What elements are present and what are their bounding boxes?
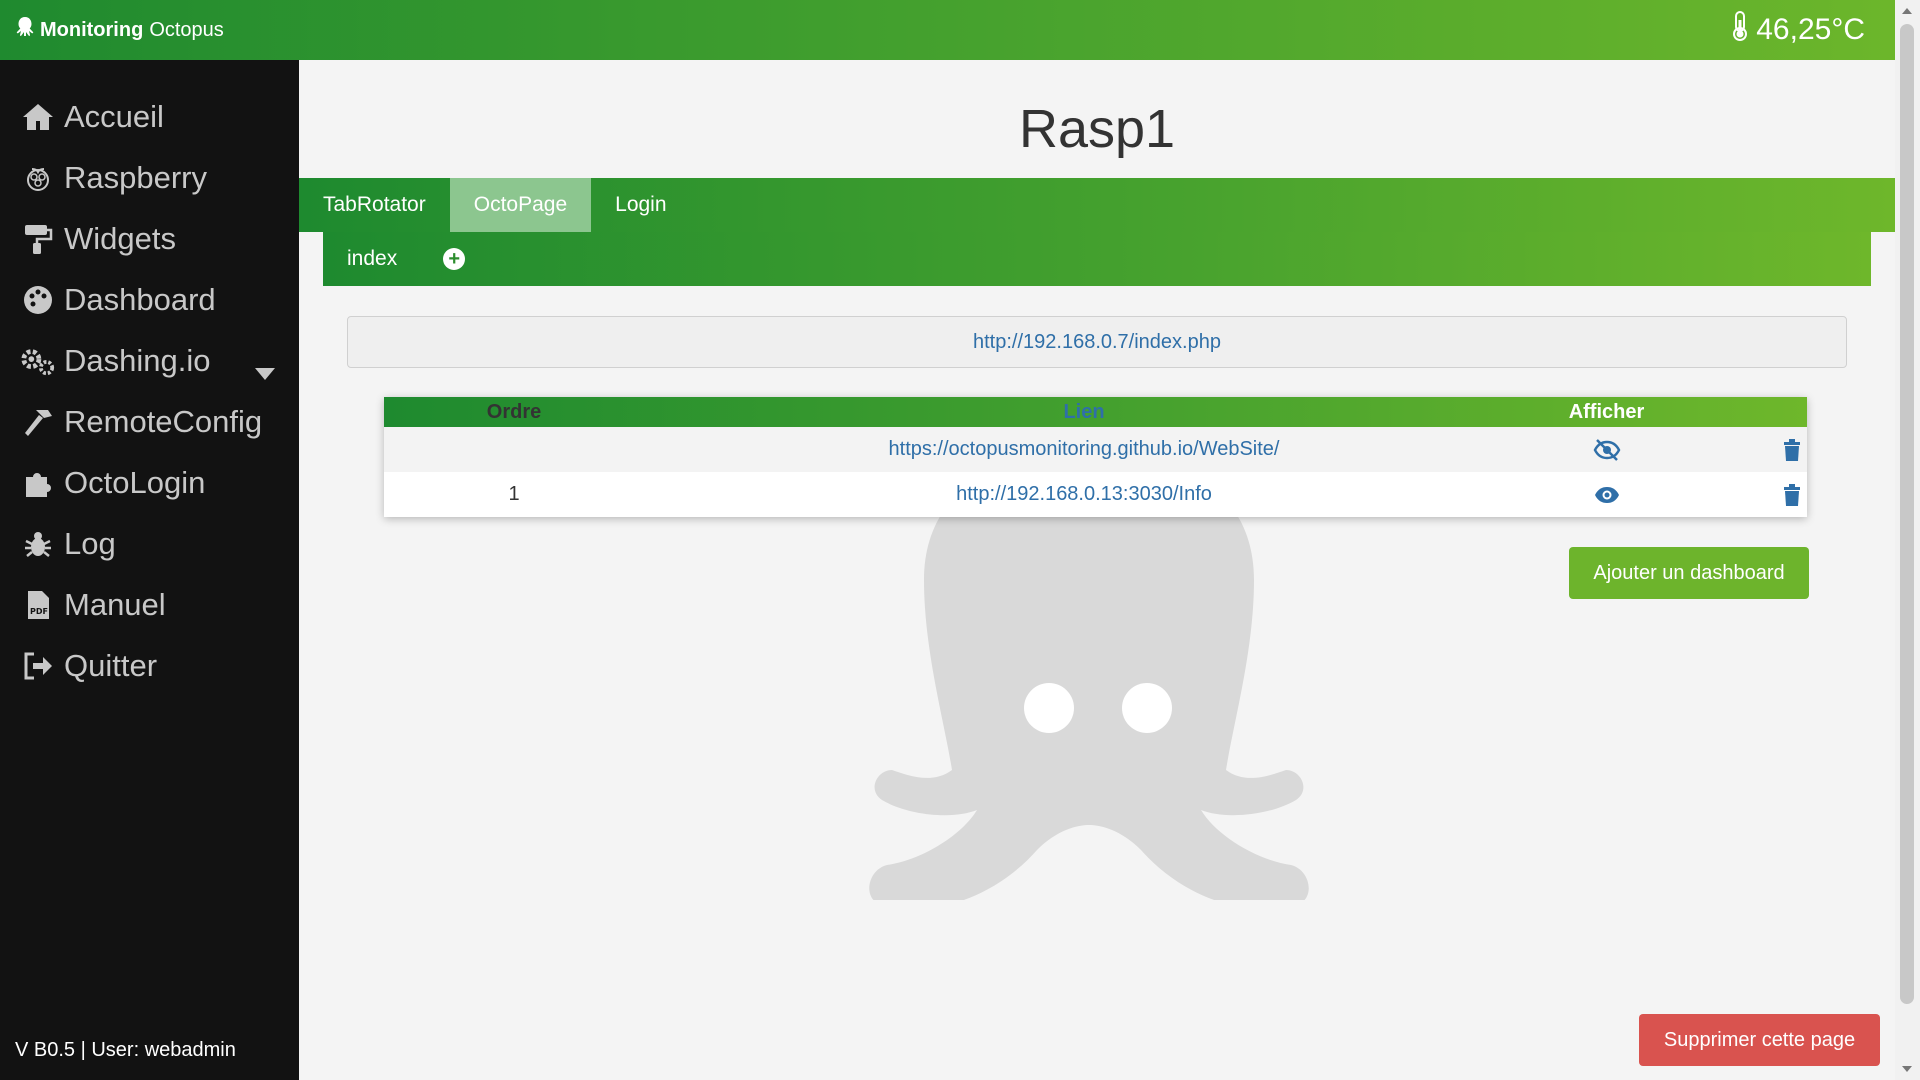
temperature-value: 46,25°C <box>1756 13 1865 46</box>
scroll-up-icon[interactable] <box>1902 8 1912 14</box>
temperature-display: 46,25°C <box>1732 11 1895 49</box>
sidebar-item-label: Widgets <box>64 220 176 256</box>
sidebar-item-label: Raspberry <box>64 159 207 195</box>
sidebar-item-dashing[interactable]: Dashing.io <box>0 330 299 391</box>
plus-circle-icon[interactable]: + <box>443 248 466 270</box>
raspberry-icon <box>20 160 56 196</box>
sidebar-item-label: Dashboard <box>64 281 216 317</box>
sidebar-item-label: Dashing.io <box>64 342 211 378</box>
delete-page-button[interactable]: Supprimer cette page <box>1639 1014 1880 1066</box>
brand-rest: Octopus <box>149 18 224 41</box>
sidebar-item-accueil[interactable]: Accueil <box>0 86 299 147</box>
trash-icon[interactable] <box>1689 472 1807 517</box>
row-link[interactable]: http://192.168.0.13:3030/Info <box>644 472 1524 517</box>
hammer-icon <box>20 404 56 440</box>
scroll-down-icon[interactable] <box>1902 1066 1912 1072</box>
tab-bar: TabRotator OctoPage Login <box>299 178 1895 232</box>
table-row: https://octopusmonitoring.github.io/WebS… <box>384 427 1807 472</box>
sidebar-item-label: OctoLogin <box>64 464 206 500</box>
sidebar-item-label: Manuel <box>64 586 166 622</box>
main-content: Rasp1 TabRotator OctoPage Login index + … <box>299 60 1895 1080</box>
sidebar-item-label: Accueil <box>64 98 164 134</box>
sidebar-item-label: RemoteConfig <box>64 403 263 439</box>
scroll-thumb[interactable] <box>1900 24 1914 1004</box>
sidebar-item-label: Log <box>64 525 116 561</box>
sidebar-item-label: Quitter <box>64 647 158 683</box>
tab-tabrotator[interactable]: TabRotator <box>299 178 450 232</box>
sidebar-item-remoteconfig[interactable]: RemoteConfig <box>0 391 299 452</box>
thermometer-icon <box>1732 11 1748 49</box>
home-icon <box>20 99 56 135</box>
paint-roller-icon <box>20 221 56 257</box>
top-header: Monitoring Octopus 46,25°C <box>0 0 1895 60</box>
row-ordre: 1 <box>508 483 520 505</box>
page-title: Rasp1 <box>1018 99 1176 159</box>
eye-icon[interactable] <box>1524 472 1689 517</box>
dashboard-table: Ordre Lien Afficher https://octopusmonit… <box>384 397 1807 517</box>
column-header-afficher: Afficher <box>1568 401 1645 423</box>
tab-login[interactable]: Login <box>591 178 690 232</box>
puzzle-icon <box>20 465 56 501</box>
bug-icon <box>20 526 56 562</box>
trash-icon[interactable] <box>1689 427 1807 472</box>
sidebar-item-manuel[interactable]: PDF Manuel <box>0 574 299 635</box>
table-header: Ordre Lien Afficher <box>384 397 1807 427</box>
sidebar-item-raspberry[interactable]: Raspberry <box>0 147 299 208</box>
tab-octopage[interactable]: OctoPage <box>449 178 592 232</box>
page-scrollbar[interactable] <box>1895 0 1920 1080</box>
svg-text:PDF: PDF <box>30 607 48 616</box>
sidebar: Accueil Raspberry Widgets Dashboard Dash… <box>0 60 299 1080</box>
subtab-bar: index + <box>323 232 1871 286</box>
column-header-lien: Lien <box>1063 401 1105 423</box>
brand[interactable]: Monitoring Octopus <box>0 17 224 43</box>
brand-bold: Monitoring <box>40 18 144 41</box>
octopus-icon <box>16 17 34 43</box>
column-header-ordre: Ordre <box>486 401 542 423</box>
column-header-actions <box>1689 397 1807 427</box>
sidebar-item-quitter[interactable]: Quitter <box>0 635 299 696</box>
version-user-info: V B0.5 | User: webadmin <box>15 1039 236 1061</box>
add-dashboard-button[interactable]: Ajouter un dashboard <box>1569 547 1809 599</box>
table-row: 1 http://192.168.0.13:3030/Info <box>384 472 1807 517</box>
chevron-down-icon[interactable] <box>255 352 275 388</box>
sign-out-icon <box>20 648 56 684</box>
sidebar-item-octologin[interactable]: OctoLogin <box>0 452 299 513</box>
row-ordre <box>384 427 644 472</box>
cogs-icon <box>20 343 56 379</box>
eye-slash-icon[interactable] <box>1524 427 1689 472</box>
sidebar-item-dashboard[interactable]: Dashboard <box>0 269 299 330</box>
sidebar-item-widgets[interactable]: Widgets <box>0 208 299 269</box>
pdf-icon: PDF <box>20 587 56 623</box>
palette-icon <box>20 282 56 318</box>
row-link[interactable]: https://octopusmonitoring.github.io/WebS… <box>644 427 1524 472</box>
page-url[interactable]: http://192.168.0.7/index.php <box>347 316 1847 368</box>
sidebar-item-log[interactable]: Log <box>0 513 299 574</box>
subtab-index[interactable]: index <box>323 247 421 271</box>
